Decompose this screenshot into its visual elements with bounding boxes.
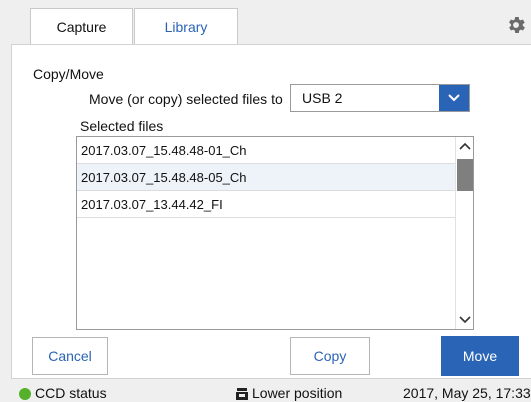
tab-capture[interactable]: Capture [30,8,133,45]
gear-icon[interactable] [505,14,527,36]
selected-files-list[interactable]: 2017.03.07_15.48.48-01_Ch 2017.03.07_15.… [76,136,474,330]
position-label: Lower position [252,385,343,401]
list-item[interactable]: 2017.03.07_13.44.42_FI [77,191,455,218]
chevron-up-icon[interactable] [459,141,471,151]
selected-files-label: Selected files [80,118,164,134]
move-button[interactable]: Move [441,336,519,376]
app-window: Capture Library Copy/Move Move (or copy)… [0,0,531,402]
scrollbar-thumb[interactable] [457,159,473,191]
lower-position-icon [236,388,248,400]
cancel-button[interactable]: Cancel [32,337,108,375]
destination-label: Move (or copy) selected files to [89,91,283,107]
scrollbar[interactable] [455,137,473,329]
chevron-down-icon[interactable] [459,315,471,325]
list-item[interactable]: 2017.03.07_15.48.48-01_Ch [77,137,455,164]
status-bar: CCD status Lower position 2017, May 25, … [0,384,531,402]
ccd-status-label: CCD status [35,385,107,401]
chevron-down-icon[interactable] [439,85,469,111]
destination-select[interactable]: USB 2 [290,84,470,112]
section-title: Copy/Move [33,66,104,82]
copy-button[interactable]: Copy [290,337,370,375]
destination-value: USB 2 [302,90,343,106]
ccd-status-icon [19,388,31,400]
datetime-label: 2017, May 25, 17:33 [403,385,531,401]
list-item[interactable]: 2017.03.07_15.48.48-05_Ch [77,164,455,191]
tab-library[interactable]: Library [134,8,238,45]
